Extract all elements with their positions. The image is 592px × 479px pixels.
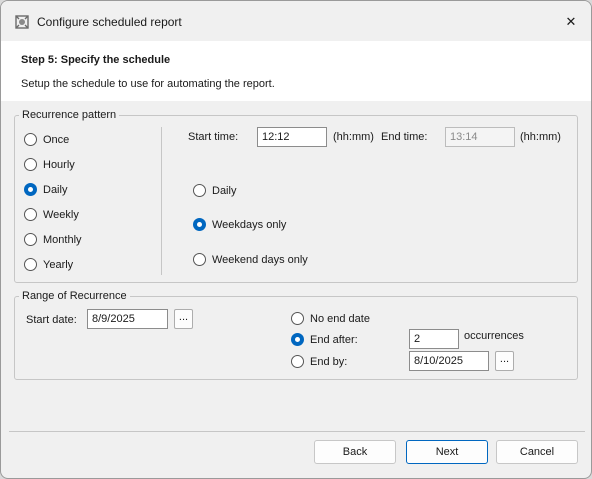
- radio-indicator: [24, 208, 37, 221]
- close-icon: ✕: [565, 14, 577, 29]
- pattern-hourly-label: Hourly: [43, 158, 75, 171]
- start-date-label: Start date:: [26, 314, 77, 326]
- radio-indicator: [24, 233, 37, 246]
- start-date-browse-button[interactable]: ...: [174, 309, 193, 329]
- next-button[interactable]: Next: [406, 440, 488, 464]
- pattern-yearly-radio[interactable]: Yearly: [24, 258, 73, 271]
- radio-indicator: [24, 183, 37, 196]
- no-end-date-radio[interactable]: No end date: [291, 312, 370, 325]
- weekend-days-only-label: Weekend days only: [212, 253, 308, 266]
- close-button[interactable]: ✕: [557, 10, 585, 34]
- end-by-radio[interactable]: End by:: [291, 355, 347, 368]
- cancel-button[interactable]: Cancel: [496, 440, 578, 464]
- pattern-weekly-label: Weekly: [43, 208, 79, 221]
- dialog-window: Configure scheduled report ✕ Step 5: Spe…: [0, 0, 592, 479]
- end-by-label: End by:: [310, 355, 348, 368]
- start-time-input[interactable]: [257, 127, 327, 147]
- weekend-days-only-radio[interactable]: Weekend days only: [193, 253, 308, 266]
- radio-indicator: [291, 312, 304, 325]
- pattern-divider: [161, 127, 162, 275]
- radio-indicator: [291, 333, 304, 346]
- end-time-unit: (hh:mm): [520, 131, 561, 143]
- pattern-monthly-radio[interactable]: Monthly: [24, 233, 82, 246]
- app-icon: [15, 15, 29, 29]
- start-date-input[interactable]: [87, 309, 168, 329]
- pattern-hourly-radio[interactable]: Hourly: [24, 158, 75, 171]
- window-title: Configure scheduled report: [37, 15, 182, 29]
- back-button[interactable]: Back: [314, 440, 396, 464]
- end-by-browse-button[interactable]: ...: [495, 351, 514, 371]
- pattern-monthly-label: Monthly: [43, 233, 82, 246]
- step-header: [1, 41, 591, 101]
- weekdays-only-radio[interactable]: Weekdays only: [193, 218, 286, 231]
- end-by-date-input[interactable]: [409, 351, 489, 371]
- button-separator: [9, 431, 585, 432]
- daily-every-day-radio[interactable]: Daily: [193, 184, 236, 197]
- occurrences-label: occurrences: [464, 330, 524, 342]
- occurrences-input[interactable]: [409, 329, 459, 349]
- radio-indicator: [193, 253, 206, 266]
- daily-every-day-label: Daily: [212, 184, 237, 197]
- pattern-once-radio[interactable]: Once: [24, 133, 69, 146]
- recurrence-pattern-label: Recurrence pattern: [19, 109, 120, 121]
- radio-indicator: [193, 218, 206, 231]
- weekdays-only-label: Weekdays only: [212, 218, 287, 231]
- end-time-input[interactable]: [445, 127, 515, 147]
- pattern-daily-radio[interactable]: Daily: [24, 183, 67, 196]
- radio-indicator: [24, 258, 37, 271]
- radio-indicator: [193, 184, 206, 197]
- end-after-label: End after:: [310, 333, 358, 346]
- pattern-daily-label: Daily: [43, 183, 68, 196]
- radio-indicator: [24, 133, 37, 146]
- pattern-yearly-label: Yearly: [43, 258, 74, 271]
- radio-indicator: [24, 158, 37, 171]
- pattern-once-label: Once: [43, 133, 70, 146]
- title-bar: Configure scheduled report ✕: [1, 1, 591, 41]
- end-after-radio[interactable]: End after:: [291, 333, 358, 346]
- step-title: Step 5: Specify the schedule: [21, 54, 171, 66]
- start-time-unit: (hh:mm): [333, 131, 374, 143]
- radio-indicator: [291, 355, 304, 368]
- step-description: Setup the schedule to use for automating…: [21, 78, 275, 90]
- start-time-label: Start time:: [188, 131, 239, 143]
- pattern-weekly-radio[interactable]: Weekly: [24, 208, 79, 221]
- end-time-label: End time:: [381, 131, 428, 143]
- range-of-recurrence-label: Range of Recurrence: [19, 290, 130, 302]
- no-end-date-label: No end date: [310, 312, 370, 325]
